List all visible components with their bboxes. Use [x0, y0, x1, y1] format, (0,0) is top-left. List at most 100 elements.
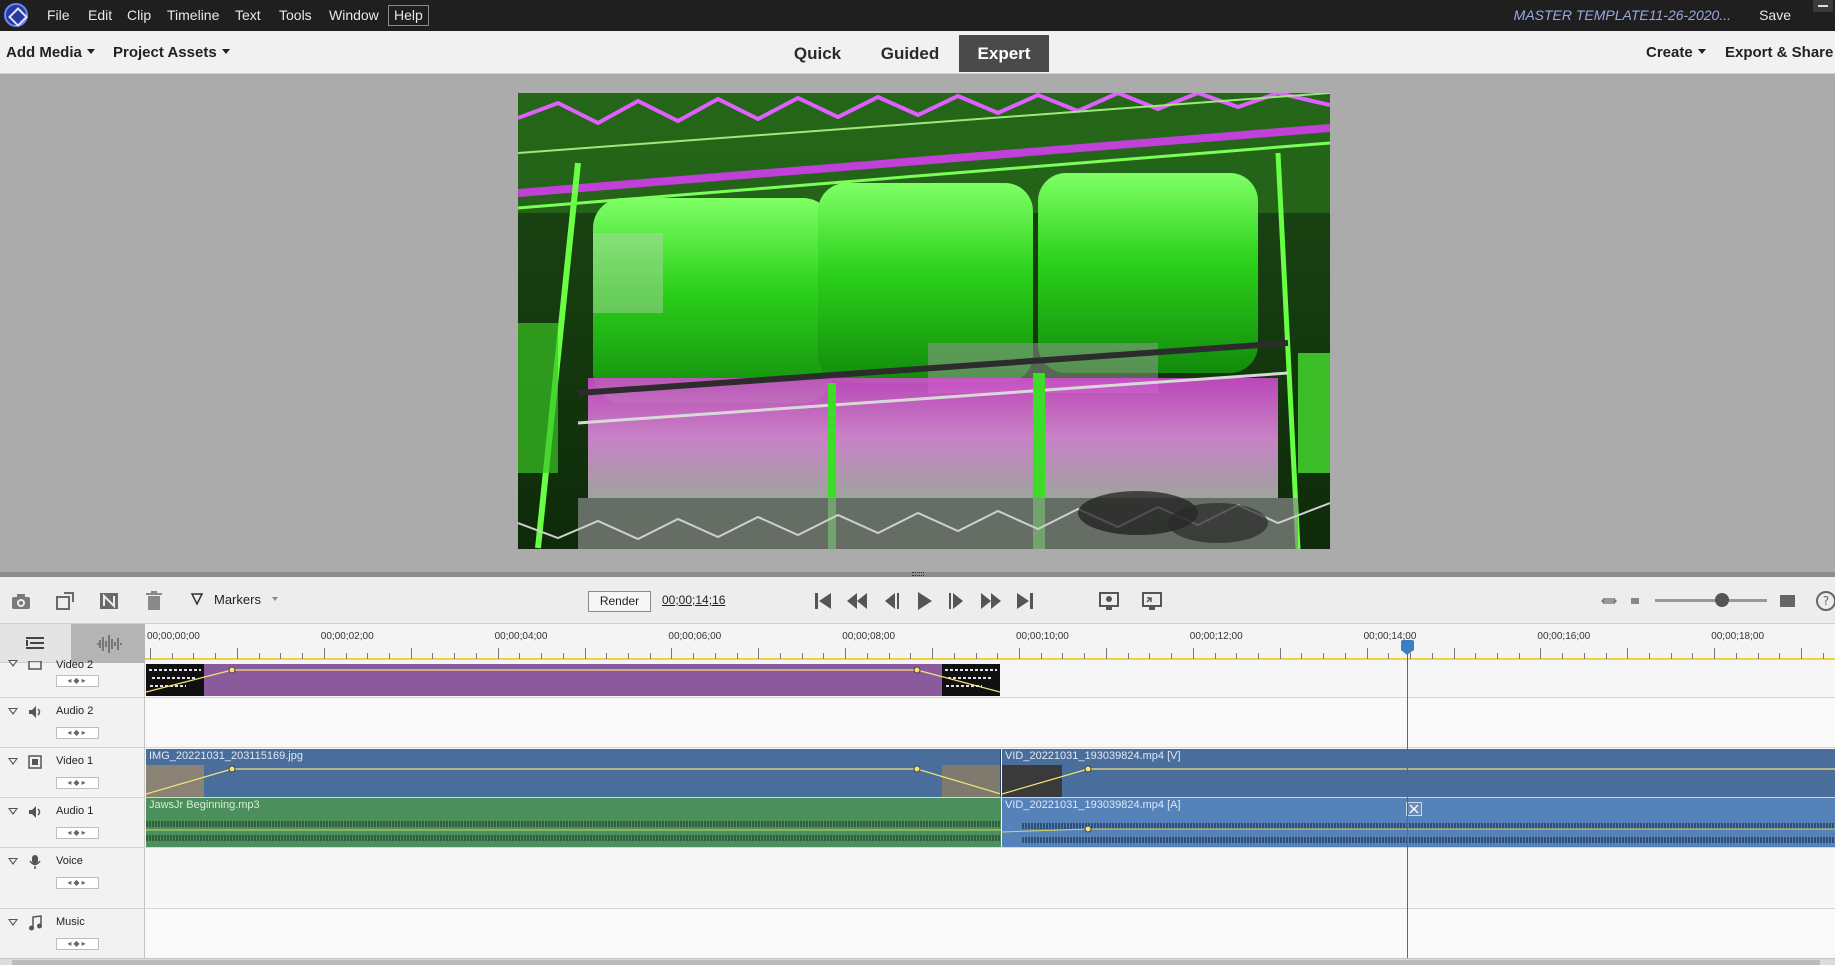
zoom-in-icon[interactable] — [1777, 590, 1799, 612]
export-share-button[interactable]: Export & Share — [1725, 31, 1833, 74]
audio-view-toggle[interactable] — [71, 624, 145, 663]
menu-file[interactable]: File — [42, 0, 75, 31]
collapse-arrow-icon[interactable] — [8, 660, 18, 667]
timeline-view-toggles — [0, 624, 145, 663]
video-clip-mp4[interactable]: VID_20221031_193039824.mp4 [V] — [1002, 749, 1835, 797]
zoom-slider-track[interactable] — [1655, 599, 1767, 602]
ruler-tick — [1236, 653, 1238, 659]
ruler-tick — [323, 648, 325, 659]
menu-text[interactable]: Text — [230, 0, 266, 31]
go-to-start-icon[interactable] — [812, 590, 834, 612]
keyframe-controls[interactable]: ◂◆▸ — [56, 727, 99, 739]
fullscreen-icon[interactable] — [1141, 590, 1163, 612]
menu-edit[interactable]: Edit — [83, 0, 117, 31]
create-dropdown[interactable]: Create — [1646, 31, 1706, 74]
zoom-out-icon[interactable] — [1628, 590, 1642, 612]
time-ruler[interactable]: 00;00;00;00 00;00;02;00 00;00;04;00 00;00;0… — [145, 624, 1835, 663]
go-to-end-icon[interactable] — [1014, 590, 1036, 612]
opacity-rubberband[interactable] — [1002, 749, 1835, 797]
project-assets-dropdown[interactable]: Project Assets — [113, 31, 230, 74]
ruler-tick — [1366, 648, 1368, 659]
zoom-slider-thumb[interactable] — [1715, 593, 1730, 607]
add-media-label: Add Media — [6, 44, 82, 61]
ruler-tick — [258, 653, 260, 659]
keyframe-controls[interactable]: ◂◆▸ — [56, 777, 99, 789]
keyframe-controls[interactable]: ◂◆▸ — [56, 827, 99, 839]
markers-dropdown[interactable]: Markers — [214, 592, 261, 607]
ruler-tick — [1627, 648, 1629, 659]
track-row-voice — [145, 848, 1835, 909]
ruler-tick — [714, 653, 716, 659]
step-forward-icon[interactable] — [946, 590, 968, 612]
step-back-icon[interactable] — [880, 590, 902, 612]
chevron-down-icon[interactable] — [272, 597, 278, 601]
play-icon[interactable] — [913, 590, 935, 612]
keyframe-controls[interactable]: ◂◆▸ — [56, 675, 99, 687]
menu-tools[interactable]: Tools — [274, 0, 317, 31]
camera-icon[interactable] — [10, 590, 32, 612]
opacity-rubberband[interactable] — [146, 664, 1000, 696]
audio-clip-mp4[interactable]: VID_20221031_193039824.mp4 [A] — [1002, 798, 1835, 847]
keyframe-controls[interactable]: ◂◆▸ — [56, 938, 99, 950]
fit-timeline-icon[interactable] — [1600, 590, 1618, 612]
scrollbar-thumb[interactable] — [12, 960, 1820, 965]
ruler-tick — [1692, 653, 1694, 659]
opacity-rubberband[interactable] — [146, 749, 1001, 797]
track-options-icon[interactable] — [24, 634, 46, 654]
mode-bar: Add Media Project Assets Quick Guided Ex… — [0, 31, 1835, 74]
menu-clip[interactable]: Clip — [122, 0, 156, 31]
split-clip-icon[interactable] — [1406, 802, 1422, 816]
help-icon[interactable]: ? — [1815, 590, 1835, 612]
ruler-tick — [1757, 653, 1759, 659]
ruler-tick — [1084, 653, 1086, 659]
add-media-dropdown[interactable]: Add Media — [6, 31, 95, 74]
keyframe-controls[interactable]: ◂◆▸ — [56, 877, 99, 889]
track-headers: Video 2 ◂◆▸ Audio 2 ◂◆▸ Video 1 ◂◆▸ Audi… — [0, 659, 145, 958]
track-header-video1: Video 1 ◂◆▸ — [0, 748, 145, 798]
export-share-label: Export & Share — [1725, 44, 1834, 61]
video-preview[interactable] — [518, 93, 1330, 549]
audio-clip-mp3[interactable]: JawsJr Beginning.mp3 — [146, 798, 1001, 847]
ruler-tick — [627, 653, 629, 659]
ruler-tick — [1279, 648, 1281, 659]
ruler-tick — [1149, 653, 1151, 659]
render-button[interactable]: Render — [588, 591, 651, 612]
premiere-elements-window: File Edit Clip Timeline Text Tools Windo… — [0, 0, 1835, 965]
svg-text:?: ? — [1823, 594, 1829, 608]
track-header-video2: Video 2 ◂◆▸ — [0, 659, 145, 698]
playhead-marker[interactable] — [1401, 640, 1414, 655]
ruler-tick — [866, 653, 868, 659]
tab-quick[interactable]: Quick — [781, 35, 854, 72]
ruler-tick — [584, 648, 586, 659]
crop-icon[interactable] — [54, 590, 76, 612]
minimize-button[interactable] — [1813, 0, 1833, 12]
app-logo-icon[interactable] — [4, 3, 28, 27]
collapse-arrow-icon[interactable] — [8, 919, 18, 926]
title-clip[interactable] — [146, 664, 1000, 696]
render-settings-icon[interactable] — [1098, 590, 1120, 612]
tab-guided[interactable]: Guided — [870, 35, 950, 72]
timeline-scrollbar[interactable] — [0, 958, 1835, 965]
collapse-arrow-icon[interactable] — [8, 808, 18, 815]
tab-expert[interactable]: Expert — [959, 35, 1049, 72]
collapse-arrow-icon[interactable] — [8, 858, 18, 865]
fast-forward-icon[interactable] — [980, 590, 1002, 612]
work-area-bar[interactable] — [145, 658, 1835, 660]
menu-timeline[interactable]: Timeline — [162, 0, 224, 31]
menu-window[interactable]: Window — [324, 0, 384, 31]
menu-help[interactable]: Help — [388, 5, 429, 26]
ruler-tick — [1714, 648, 1716, 659]
collapse-arrow-icon[interactable] — [8, 758, 18, 765]
playhead-line[interactable] — [1407, 641, 1408, 958]
smart-fix-icon[interactable] — [98, 590, 120, 612]
save-button[interactable]: Save — [1759, 0, 1791, 31]
resize-grip-icon[interactable] — [912, 572, 924, 576]
ruler-tick — [910, 653, 912, 659]
timecode-display[interactable]: 00;00;14;16 — [662, 593, 725, 607]
video-clip-image[interactable]: IMG_20221031_203115169.jpg — [146, 749, 1001, 797]
trash-icon[interactable] — [143, 590, 165, 612]
ruler-tick — [693, 653, 695, 659]
rewind-icon[interactable] — [846, 590, 868, 612]
marker-icon[interactable] — [190, 590, 204, 612]
collapse-arrow-icon[interactable] — [8, 708, 18, 715]
